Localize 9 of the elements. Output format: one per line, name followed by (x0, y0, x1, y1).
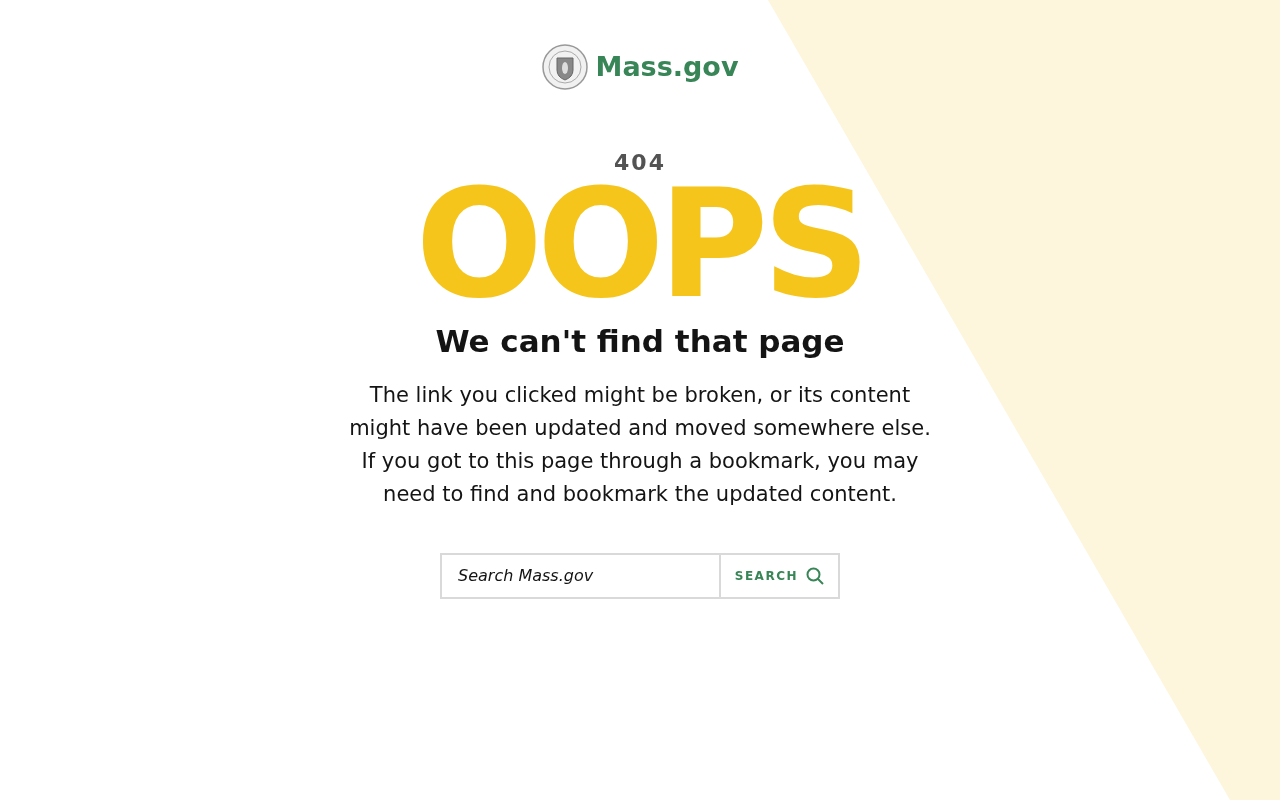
search-icon (806, 566, 824, 585)
error-code: 404 (614, 152, 666, 174)
logo-text[interactable]: Mass.gov (595, 46, 739, 88)
oops-headline: OOPS (415, 174, 865, 314)
seal-icon (541, 44, 588, 90)
search-field[interactable]: Search Mass.gov (440, 552, 721, 599)
error-message: The link you clicked might be broken, or its content might have been updated and moved somewhere else. If you got to this page through a bookmark, you may need to find and bookmark the updated content. (348, 381, 932, 508)
page-title: We can't find that page (435, 322, 845, 361)
search-button[interactable]: SEARCH (720, 552, 840, 599)
